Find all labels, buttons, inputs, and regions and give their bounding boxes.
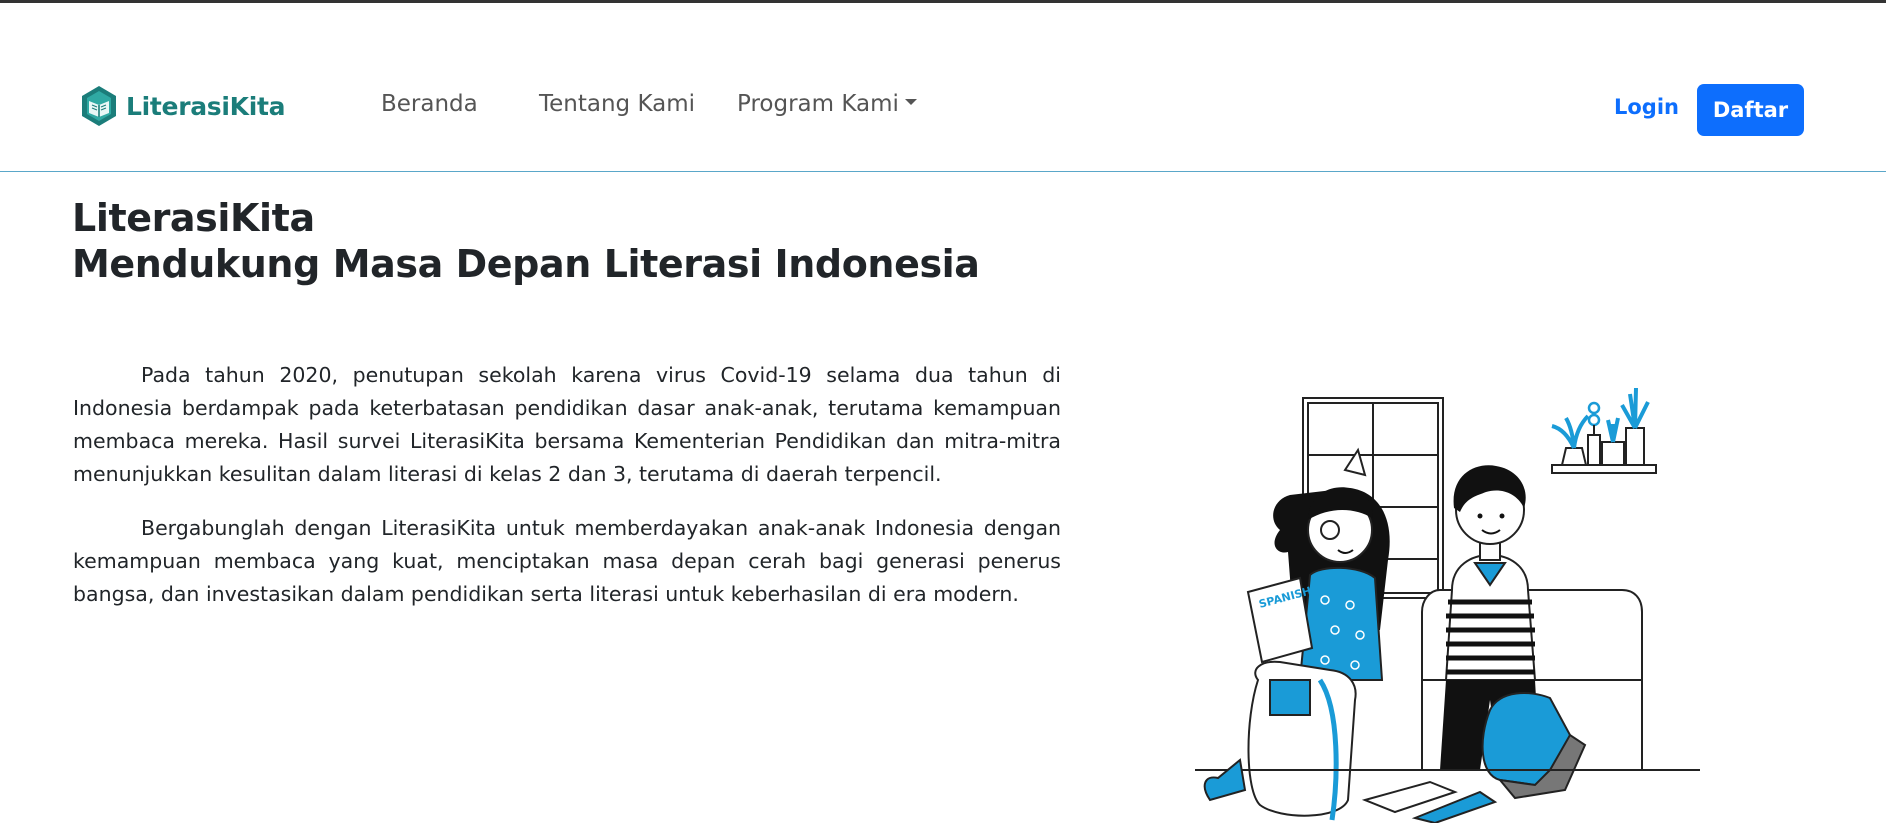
- caret-down-icon: [904, 98, 917, 105]
- brand-name: LiterasiKita: [126, 91, 286, 121]
- brand-logo-link[interactable]: LiterasiKita: [80, 83, 286, 129]
- nav-tentang-kami[interactable]: Tentang Kami: [539, 91, 695, 117]
- hero-title-line-2: Mendukung Masa Depan Literasi Indonesia: [72, 242, 980, 286]
- hero-title: LiterasiKita Mendukung Masa Depan Litera…: [72, 195, 980, 287]
- shelf-plants-illustration: [1551, 387, 1657, 474]
- paragraph-call-to-action: Bergabunglah dengan LiterasiKita untuk m…: [73, 516, 1061, 606]
- nav-beranda[interactable]: Beranda: [381, 91, 478, 117]
- paragraph-covid-impact: Pada tahun 2020, penutupan sekolah karen…: [73, 363, 1061, 486]
- login-button[interactable]: Login: [1614, 95, 1679, 119]
- hero-description: Pada tahun 2020, penutupan sekolah karen…: [73, 359, 1061, 632]
- book-logo-icon: [82, 86, 116, 126]
- register-button[interactable]: Daftar: [1697, 84, 1804, 136]
- children-reading-illustration: SPANISH: [1195, 387, 1700, 823]
- navbar: LiterasiKita Beranda Tentang Kami Progra…: [0, 3, 1886, 172]
- book-illustration: SPANISH: [1246, 576, 1314, 664]
- nav-program-kami-dropdown[interactable]: Program Kami: [737, 91, 917, 117]
- hero-title-line-1: LiterasiKita: [72, 196, 315, 240]
- nav-program-kami-label: Program Kami: [737, 91, 899, 117]
